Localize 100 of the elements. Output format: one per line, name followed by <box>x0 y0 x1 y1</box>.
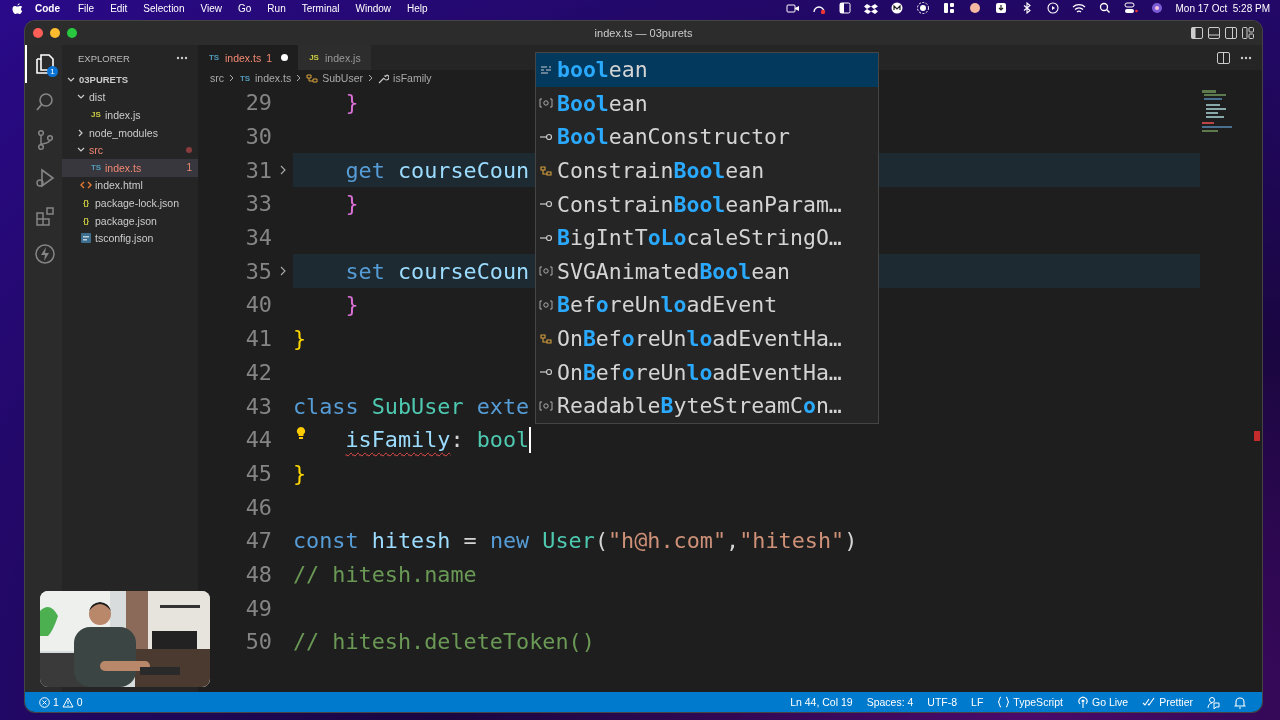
code-line: class SubUser exte <box>293 393 530 419</box>
menu-item[interactable]: Edit <box>102 2 136 14</box>
file-type-icon: TS <box>239 73 251 83</box>
app-menu[interactable]: Code <box>23 2 70 14</box>
code-line: const hitesh = new User("h@h.com","hitesh") <box>293 528 858 554</box>
file-type-icon: {} <box>80 198 92 208</box>
line-number: 33 <box>244 191 272 217</box>
warning-icon <box>61 696 74 708</box>
variable-icon <box>539 264 553 279</box>
close-button[interactable] <box>33 28 43 38</box>
code-line: } <box>293 326 307 352</box>
line-number: 44 <box>244 427 272 453</box>
suggestion-item[interactable]: ConstrainBooleanParam… <box>536 187 878 221</box>
menu-item[interactable]: View <box>192 2 230 14</box>
file-tree-item[interactable]: {} package.json <box>62 211 198 230</box>
minimize-button[interactable] <box>50 28 60 38</box>
orb-icon <box>1149 2 1164 14</box>
zoom-button[interactable] <box>67 28 77 38</box>
status-item[interactable]: Spaces: 4 <box>860 696 920 708</box>
line-number: 45 <box>244 460 272 486</box>
download-icon <box>993 2 1008 14</box>
panel-toggle-icon <box>1208 27 1220 39</box>
line-number: 49 <box>244 595 272 621</box>
run-debug-icon <box>33 167 56 189</box>
menu-item[interactable]: Window <box>347 2 400 14</box>
menu-bar-clock[interactable]: Mon 17 Oct 5:28 PM <box>1175 2 1270 14</box>
scrollbar-error-marker <box>1254 431 1260 441</box>
suggestion-item[interactable]: BooleanConstructor <box>536 120 878 154</box>
class-icon <box>306 72 319 84</box>
breadcrumb-item[interactable]: index.ts <box>255 72 292 84</box>
error-icon <box>39 696 50 708</box>
chevron-right-icon <box>295 74 303 82</box>
menu-item[interactable]: Help <box>399 2 436 14</box>
editor-tab[interactable]: TS index.ts 1 <box>198 45 299 70</box>
menu-item[interactable]: Selection <box>135 2 193 14</box>
status-item[interactable]: UTF-8 <box>921 696 964 708</box>
menu-item[interactable]: File <box>70 2 103 14</box>
folder-tree-item[interactable]: src <box>62 141 198 159</box>
status-item[interactable]: LF <box>965 696 990 708</box>
file-tree-item[interactable]: JS index.js <box>62 106 198 124</box>
go-live-button[interactable]: Go Live <box>1070 696 1135 708</box>
box-icon <box>863 2 878 14</box>
line-number: 40 <box>244 292 272 318</box>
line-number: 47 <box>244 528 272 554</box>
line-number: 42 <box>244 359 272 385</box>
folder-tree-item[interactable]: 03PURETS <box>62 71 198 89</box>
menu-item[interactable]: Go <box>230 2 260 14</box>
broadcast-icon <box>1076 696 1089 708</box>
menu-item[interactable]: Terminal <box>293 2 348 14</box>
chevron-right-icon <box>367 74 375 82</box>
suggestion-item[interactable]: BeforeUnloadEvent <box>536 288 878 322</box>
suggestion-item[interactable]: BigIntToLocaleStringO… <box>536 220 878 255</box>
folder-tree-item[interactable]: dist <box>62 88 198 107</box>
code-line: } <box>345 191 359 217</box>
breadcrumb-item[interactable]: isFamily <box>393 72 432 84</box>
config-file-icon <box>80 232 92 245</box>
split-editor-icon <box>1217 51 1230 64</box>
fold-chevron-icon <box>278 165 287 176</box>
suggestion-item[interactable]: Boolean <box>536 86 878 121</box>
file-type-icon: JS <box>90 110 102 120</box>
folder-tree-item[interactable]: node_modules <box>62 123 198 142</box>
language-status[interactable]: TypeScript <box>991 696 1069 708</box>
braces-icon <box>997 696 1011 708</box>
suggestion-item[interactable]: SVGAnimatedBoolean <box>536 254 878 289</box>
file-type-icon: TS <box>90 163 102 173</box>
line-number: 41 <box>244 326 272 352</box>
suggestion-item[interactable]: OnBeforeUnloadEventHa… <box>536 321 878 356</box>
variable-icon <box>539 96 553 111</box>
menu-item[interactable]: Run <box>259 2 294 14</box>
editor-tab[interactable]: JS index.js <box>298 45 371 70</box>
search-icon <box>33 91 56 113</box>
grid-icon <box>941 2 956 14</box>
layout-icon <box>1242 27 1254 39</box>
toggle-icon <box>1123 2 1138 14</box>
file-tree-item[interactable]: tsconfig.json <box>62 229 198 247</box>
breadcrumb-item[interactable]: src <box>210 72 224 84</box>
wifi-icon <box>1071 2 1086 14</box>
sidebar-icon <box>837 2 852 14</box>
code-line: // hitesh.deleteToken() <box>293 629 595 655</box>
suggestion-item[interactable]: ReadableByteStreamCon… <box>536 388 878 423</box>
code-brackets-icon <box>80 180 92 191</box>
video-camera-icon <box>785 2 800 14</box>
file-tree-item[interactable]: TS index.ts 1 <box>62 158 198 177</box>
variable-icon <box>539 297 553 312</box>
suggestion-item[interactable]: ConstrainBoolean <box>536 153 878 188</box>
text-cursor <box>529 426 532 453</box>
line-number: 48 <box>244 561 272 587</box>
file-tree-item[interactable]: {} package-lock.json <box>62 194 198 212</box>
suggestion-item[interactable]: OnBeforeUnloadEventHa… <box>536 355 878 389</box>
status-item[interactable]: Ln 44, Col 19 <box>784 696 859 708</box>
code-line: } <box>293 460 307 486</box>
breadcrumb-item[interactable]: SubUser <box>322 72 364 84</box>
search-icon <box>1097 2 1112 14</box>
problems-status[interactable]: 1 0 <box>35 696 83 708</box>
file-tree-item[interactable]: index.html <box>62 176 198 195</box>
line-number: 46 <box>244 494 272 520</box>
line-number: 31 <box>244 157 272 183</box>
suggestion-item[interactable]: boolean <box>536 53 878 87</box>
code-line: set courseCoun <box>345 258 530 284</box>
prettier-status[interactable]: Prettier <box>1136 696 1199 708</box>
